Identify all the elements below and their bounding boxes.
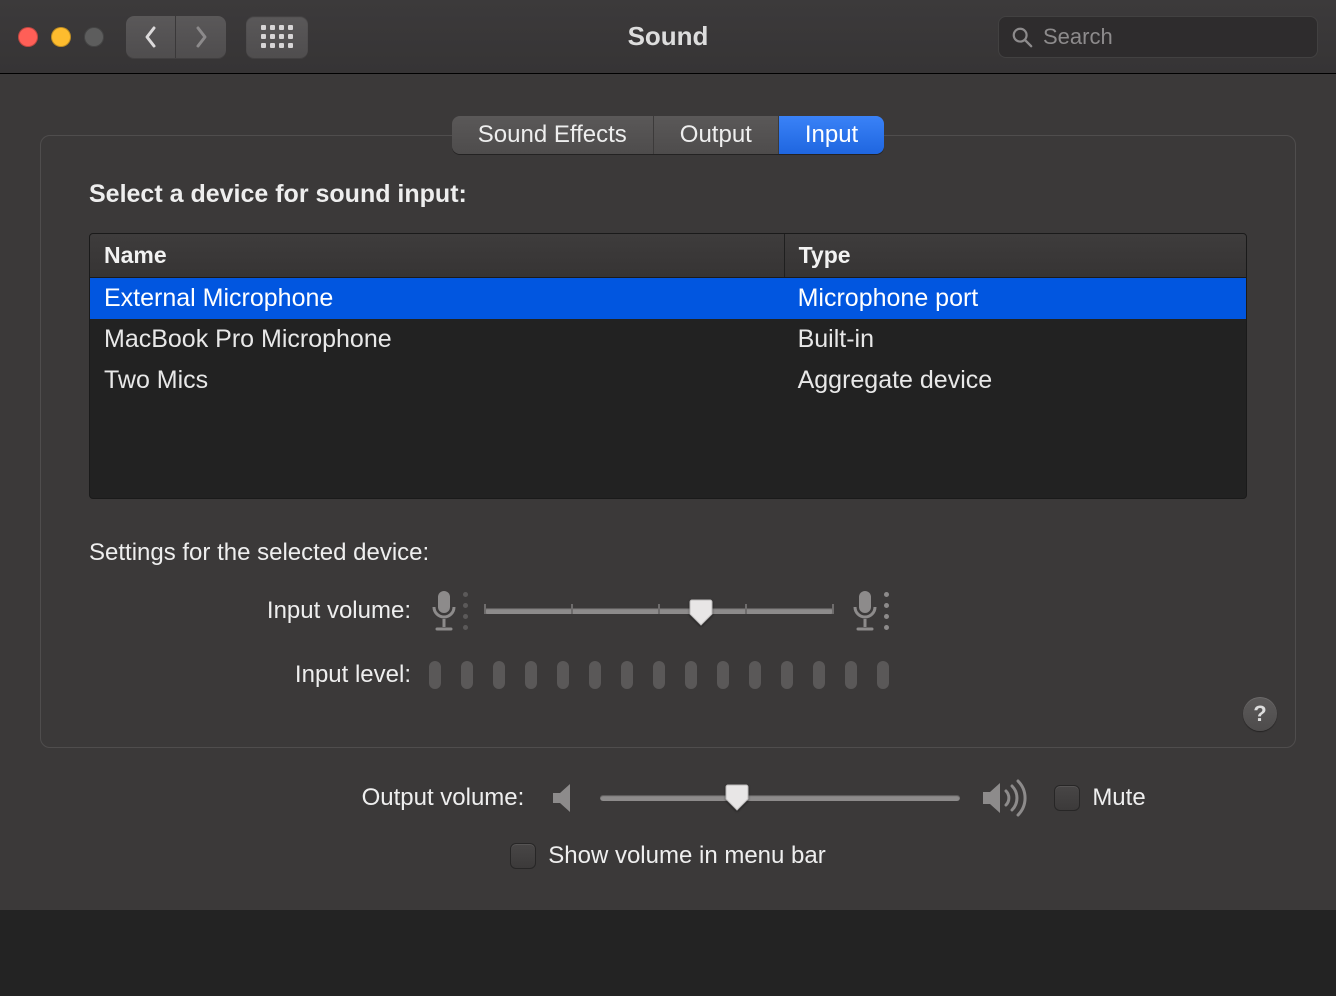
titlebar: Sound	[0, 0, 1336, 74]
input-device-heading: Select a device for sound input:	[89, 180, 1247, 209]
slider-thumb[interactable]	[725, 783, 749, 811]
forward-button[interactable]	[176, 16, 226, 58]
input-volume-row: Input volume:	[89, 589, 1247, 633]
input-level-label: Input level:	[89, 661, 429, 689]
table-header: Name Type	[90, 234, 1246, 278]
window-controls	[18, 27, 104, 47]
device-type: Built-in	[784, 319, 1246, 360]
input-volume-label: Input volume:	[89, 597, 429, 625]
speaker-low-icon	[550, 781, 580, 815]
nav-buttons	[126, 16, 226, 58]
level-segment	[781, 661, 793, 689]
chevron-left-icon	[143, 25, 159, 49]
level-segment	[461, 661, 473, 689]
input-volume-slider[interactable]	[484, 594, 834, 628]
mic-high-icon	[850, 589, 880, 633]
input-panel: Select a device for sound input: Name Ty…	[40, 135, 1296, 748]
level-segment	[557, 661, 569, 689]
column-type[interactable]: Type	[784, 234, 1246, 277]
checkbox-box	[1054, 785, 1080, 811]
minimize-icon[interactable]	[51, 27, 71, 47]
speaker-high-icon	[980, 778, 1034, 818]
search-icon	[1011, 26, 1033, 48]
level-segment	[717, 661, 729, 689]
column-name[interactable]: Name	[90, 234, 784, 277]
device-name: Two Mics	[90, 360, 784, 401]
chevron-right-icon	[193, 25, 209, 49]
settings-heading: Settings for the selected device:	[89, 539, 1247, 567]
output-volume-row: Output volume:	[190, 778, 1145, 818]
level-segment	[685, 661, 697, 689]
level-segment	[813, 661, 825, 689]
level-segment	[429, 661, 441, 689]
level-segment	[493, 661, 505, 689]
device-type: Aggregate device	[784, 360, 1246, 401]
tab-output[interactable]: Output	[654, 116, 779, 154]
slider-thumb[interactable]	[689, 598, 713, 626]
level-segment	[525, 661, 537, 689]
mute-label: Mute	[1092, 784, 1145, 812]
output-volume-slider[interactable]	[600, 781, 960, 815]
tab-input[interactable]: Input	[779, 116, 884, 154]
show-volume-menubar-checkbox[interactable]: Show volume in menu bar	[510, 842, 825, 870]
search-input[interactable]	[1043, 24, 1331, 50]
device-name: MacBook Pro Microphone	[90, 319, 784, 360]
device-type: Microphone port	[784, 278, 1246, 319]
tab-sound-effects[interactable]: Sound Effects	[452, 116, 654, 154]
mic-low-dots	[463, 592, 468, 631]
help-icon: ?	[1253, 701, 1266, 727]
level-segment	[749, 661, 761, 689]
table-row[interactable]: Two MicsAggregate device	[90, 360, 1246, 401]
mic-low-icon	[429, 589, 459, 633]
level-segment	[621, 661, 633, 689]
level-segment	[589, 661, 601, 689]
mic-high-dots	[884, 592, 889, 631]
slider-ticks	[484, 604, 834, 616]
input-device-table: Name Type External MicrophoneMicrophone …	[89, 233, 1247, 499]
close-icon[interactable]	[18, 27, 38, 47]
window-body: Sound Effects Output Input Select a devi…	[0, 74, 1336, 910]
input-level-row: Input level:	[89, 661, 1247, 689]
search-field[interactable]	[998, 16, 1318, 58]
level-segment	[845, 661, 857, 689]
output-section: Output volume:	[40, 748, 1296, 870]
input-level-meter	[429, 661, 889, 689]
zoom-icon[interactable]	[84, 27, 104, 47]
level-segment	[653, 661, 665, 689]
mute-checkbox[interactable]: Mute	[1054, 784, 1145, 812]
show-all-button[interactable]	[246, 16, 308, 58]
help-button[interactable]: ?	[1243, 697, 1277, 731]
back-button[interactable]	[126, 16, 176, 58]
table-row[interactable]: MacBook Pro MicrophoneBuilt-in	[90, 319, 1246, 360]
show-volume-menubar-label: Show volume in menu bar	[548, 842, 825, 870]
grid-icon	[261, 25, 293, 48]
level-segment	[877, 661, 889, 689]
device-name: External Microphone	[90, 278, 784, 319]
output-volume-label: Output volume:	[190, 784, 530, 812]
tabs: Sound Effects Output Input	[40, 116, 1296, 154]
checkbox-box	[510, 843, 536, 869]
table-row[interactable]: External MicrophoneMicrophone port	[90, 278, 1246, 319]
